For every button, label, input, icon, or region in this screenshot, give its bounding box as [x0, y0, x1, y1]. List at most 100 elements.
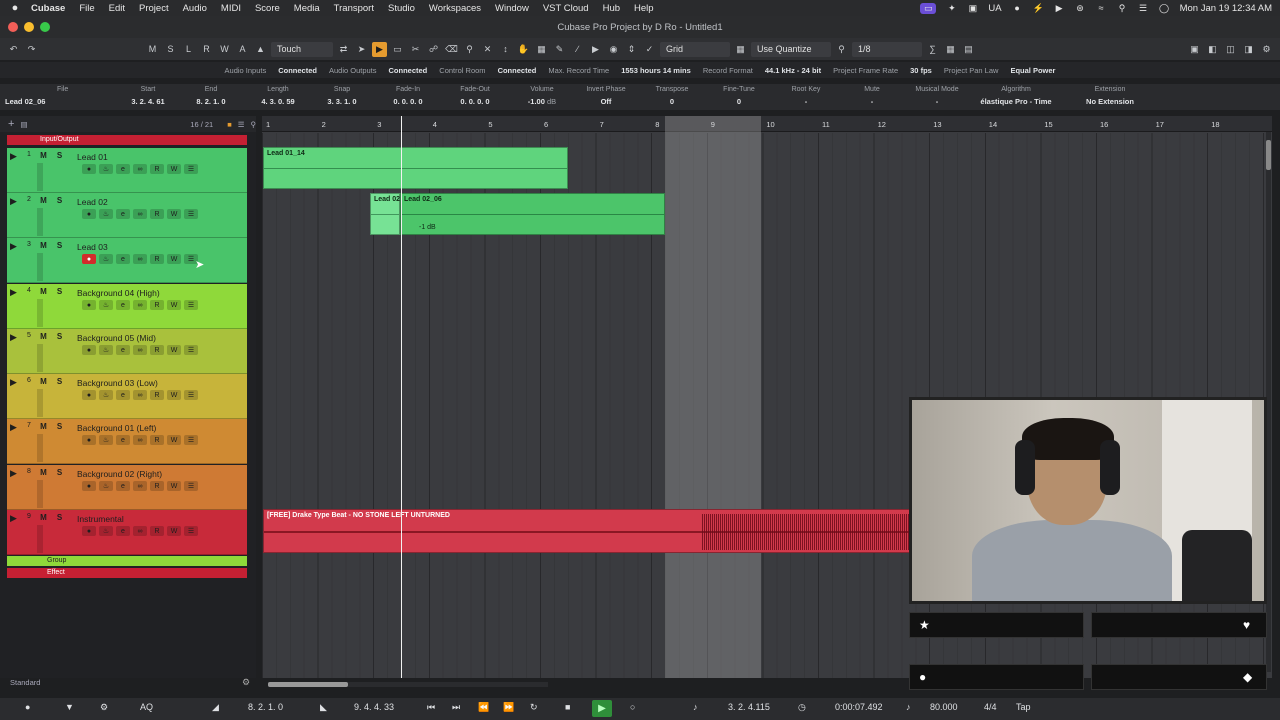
lower-zone-icon[interactable]: ◫ [1223, 42, 1238, 57]
minimize-window-icon[interactable] [24, 22, 34, 32]
edit-button[interactable]: e [116, 435, 130, 445]
left-locator-icon[interactable]: ◢ [212, 702, 219, 713]
write-button[interactable]: W [167, 390, 181, 400]
right-zone-icon[interactable]: ◨ [1241, 42, 1256, 57]
read-button[interactable]: R [150, 164, 164, 174]
edit-button[interactable]: e [116, 481, 130, 491]
link-button[interactable]: ∞ [133, 345, 147, 355]
read-button[interactable]: R [150, 209, 164, 219]
transport-settings-icon[interactable]: ⚙ [100, 702, 108, 713]
event-lead-02-06[interactable]: Lead 02_06 -1 dB [400, 193, 665, 235]
lanes-button[interactable]: ☰ [184, 345, 198, 355]
write-automation-button[interactable]: W [217, 42, 232, 57]
track-9[interactable]: ▶ 9 M S Instrumental ● ♨ e ∞ R W ☰ [7, 510, 247, 555]
record-button[interactable]: ○ [630, 702, 635, 712]
write-button[interactable]: W [167, 345, 181, 355]
mute-button[interactable]: M [37, 512, 50, 523]
goto-start-icon[interactable]: ⏮ [427, 702, 435, 713]
record-enable-button[interactable]: ● [82, 164, 96, 174]
invert-phase-value[interactable]: Off [578, 97, 634, 106]
aq-button[interactable]: AQ [140, 702, 153, 712]
play-circle-icon[interactable]: ▶ [1054, 3, 1065, 14]
nudge-icon[interactable]: ⇕ [624, 42, 639, 57]
solo-button[interactable]: S [53, 150, 66, 161]
menu-audio[interactable]: Audio [176, 3, 214, 14]
tempo-value[interactable]: 80.000 [930, 702, 958, 712]
timewarp-tool-icon[interactable]: ▦ [534, 42, 549, 57]
quantize-grid-icon[interactable]: ▦ [733, 42, 748, 57]
monitor-button[interactable]: ♨ [99, 481, 113, 491]
track-expand-icon[interactable]: ▶ [10, 422, 17, 433]
autoscroll-icon[interactable]: ⇄ [336, 42, 351, 57]
track-name[interactable]: Lead 03 [77, 242, 108, 252]
apple-icon[interactable]: ● [6, 2, 24, 14]
undo-icon[interactable]: ↶ [6, 42, 21, 57]
track-6[interactable]: ▶ 6 M S Background 03 (Low) ● ♨ e ∞ R W ☰ [7, 374, 247, 419]
extension-value[interactable]: No Extension [1070, 97, 1150, 106]
draw-tool-icon[interactable]: ✎ [552, 42, 567, 57]
range-tool-icon[interactable]: ▭ [390, 42, 405, 57]
lanes-button[interactable]: ☰ [184, 390, 198, 400]
track-expand-icon[interactable]: ▶ [10, 332, 17, 343]
menu-file[interactable]: File [72, 3, 101, 14]
lanes-button[interactable]: ☰ [184, 300, 198, 310]
mute-button[interactable]: M [37, 240, 50, 251]
track-2[interactable]: ▶ 2 M S Lead 02 ● ♨ e ∞ R W ☰ [7, 193, 247, 238]
transpose-value[interactable]: 0 [644, 97, 700, 106]
edit-button[interactable]: e [116, 209, 130, 219]
track-panel-footer[interactable]: Standard [10, 678, 40, 687]
solo-button[interactable]: S [53, 467, 66, 478]
link-button[interactable]: ∞ [133, 526, 147, 536]
track-7[interactable]: ▶ 7 M S Background 01 (Left) ● ♨ e ∞ R W ☰ [7, 419, 247, 464]
media-bay-icon[interactable]: ▦ [943, 42, 958, 57]
audio-inputs-value[interactable]: Connected [278, 66, 317, 75]
menu-vst-cloud[interactable]: VST Cloud [536, 3, 596, 14]
edit-button[interactable]: e [116, 526, 130, 536]
read-button[interactable]: R [150, 526, 164, 536]
record-enable-button[interactable]: ● [82, 390, 96, 400]
monitor-button[interactable]: ♨ [99, 164, 113, 174]
glue-tool-icon[interactable]: ☍ [426, 42, 441, 57]
read-button[interactable]: R [150, 345, 164, 355]
record-enable-button[interactable]: ● [82, 300, 96, 310]
record-enable-button[interactable]: ● [82, 254, 96, 264]
monitor-button[interactable]: ♨ [99, 526, 113, 536]
siri-icon[interactable]: ◯ [1159, 3, 1170, 14]
track-name[interactable]: Background 01 (Left) [77, 423, 156, 433]
write-button[interactable]: W [167, 209, 181, 219]
position-display[interactable]: 3. 2. 4.115 [728, 702, 770, 712]
edit-button[interactable]: e [116, 254, 130, 264]
event-lead-01-14[interactable]: Lead 01_14 [263, 147, 568, 189]
split-tool-icon[interactable]: ✂ [408, 42, 423, 57]
snap-type-select[interactable]: Grid [660, 41, 730, 57]
link-button[interactable]: ∞ [133, 164, 147, 174]
arrow-down-icon[interactable]: ▼ [65, 702, 74, 712]
snap-icon[interactable]: ✓ [642, 42, 657, 57]
menu-studio[interactable]: Studio [381, 3, 422, 14]
snap-value[interactable]: 3. 3. 1. 0 [314, 97, 370, 106]
menu-window[interactable]: Window [488, 3, 536, 14]
mute-button[interactable]: M [37, 467, 50, 478]
frame-rate-value[interactable]: 30 fps [910, 66, 932, 75]
fade-out-value[interactable]: 0. 0. 0. 0 [447, 97, 503, 106]
menu-cubase[interactable]: Cubase [24, 3, 72, 14]
group-folder[interactable]: Group [7, 556, 247, 566]
quantize-apply-icon[interactable]: ∑ [925, 42, 940, 57]
comp-tool-icon[interactable]: ↕ [498, 42, 513, 57]
metronome-icon[interactable]: ♪ [693, 702, 698, 712]
track-expand-icon[interactable]: ▶ [10, 241, 17, 252]
listen-button[interactable]: L [181, 42, 196, 57]
record-enable-button[interactable]: ● [82, 481, 96, 491]
automation-button[interactable]: A [235, 42, 250, 57]
mute-button[interactable]: M [37, 421, 50, 432]
time-display-icon[interactable]: ◷ [798, 702, 806, 713]
quantize-icon[interactable]: ⚲ [834, 42, 849, 57]
arrow-tool-icon[interactable]: ➤ [354, 42, 369, 57]
quantize-value-select[interactable]: 1/8 [852, 41, 922, 57]
solo-button[interactable]: S [53, 376, 66, 387]
solo-button[interactable]: S [53, 195, 66, 206]
track-folder-icon[interactable]: ▤ [20, 120, 27, 129]
read-button[interactable]: R [150, 300, 164, 310]
start-value[interactable]: 3. 2. 4. 61 [120, 97, 176, 106]
monitor-button[interactable]: ♨ [99, 435, 113, 445]
